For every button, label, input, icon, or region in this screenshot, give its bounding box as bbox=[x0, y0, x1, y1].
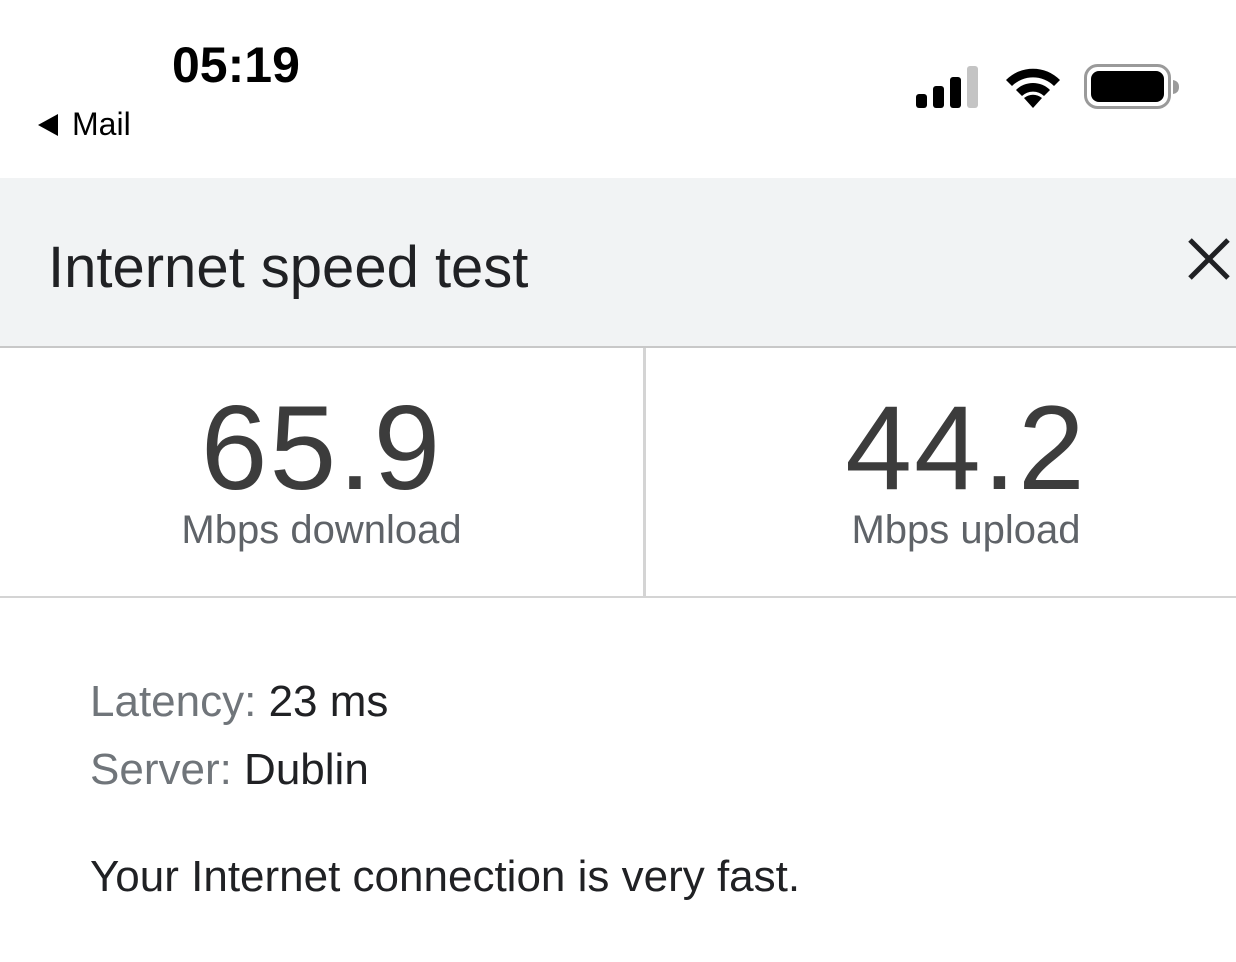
back-label: Mail bbox=[72, 106, 131, 142]
speed-results: 65.9 Mbps download 44.2 Mbps upload bbox=[0, 348, 1236, 598]
server-label: Server: bbox=[90, 745, 245, 794]
download-value: 65.9 bbox=[200, 381, 443, 515]
server-value: Dublin bbox=[244, 745, 369, 794]
server-row: Server: Dublin bbox=[90, 736, 388, 804]
upload-unit: Mbps upload bbox=[851, 508, 1081, 552]
back-triangle-icon bbox=[38, 113, 58, 136]
cellular-signal-icon bbox=[916, 66, 978, 108]
latency-label: Latency: bbox=[90, 677, 269, 726]
status-time: 05:19 bbox=[172, 37, 300, 93]
wifi-icon bbox=[1006, 68, 1060, 108]
connection-summary: Your Internet connection is very fast. bbox=[90, 852, 801, 901]
upload-value: 44.2 bbox=[845, 381, 1087, 515]
download-unit: Mbps download bbox=[181, 508, 462, 552]
close-icon[interactable] bbox=[1180, 230, 1236, 290]
speed-test-header: Internet speed test bbox=[0, 178, 1236, 348]
page-title: Internet speed test bbox=[48, 235, 529, 300]
test-details: Latency: 23 ms Server: Dublin bbox=[90, 668, 388, 804]
battery-icon bbox=[1084, 64, 1179, 109]
latency-row: Latency: 23 ms bbox=[90, 668, 388, 736]
back-to-mail-button[interactable]: Mail bbox=[38, 106, 131, 143]
download-metric: 65.9 Mbps download bbox=[0, 348, 643, 596]
status-bar: 05:19 Mail bbox=[0, 0, 1236, 178]
latency-value: 23 ms bbox=[268, 677, 389, 726]
upload-metric: 44.2 Mbps upload bbox=[646, 348, 1236, 596]
